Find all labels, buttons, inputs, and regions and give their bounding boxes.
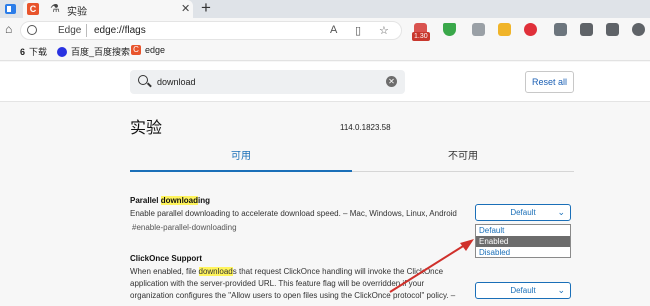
favorite-item-baidu[interactable]: 百度_百度搜索: [57, 45, 130, 58]
select-value: Default: [510, 208, 536, 217]
extension-badge: 1.30: [412, 32, 430, 41]
site-label: Edge: [58, 25, 82, 36]
profile-icon[interactable]: [632, 23, 645, 36]
search-highlight: download: [198, 267, 233, 276]
tab-favicon: C: [27, 3, 39, 15]
flag-desc-part: When enabled, file: [130, 267, 199, 276]
close-tab-icon[interactable]: ✕: [181, 2, 190, 15]
option-enabled[interactable]: Enabled: [476, 236, 570, 247]
option-default[interactable]: Default: [476, 225, 570, 236]
read-aloud-icon[interactable]: A: [330, 24, 337, 36]
reset-all-button[interactable]: Reset all: [525, 71, 574, 93]
search-header: download ✕ Reset all: [0, 62, 650, 102]
flag-anchor-link[interactable]: #enable-parallel-downloading: [132, 223, 237, 232]
address-bar[interactable]: Edge edge://flags A ▯ ☆: [20, 21, 402, 40]
new-tab-icon[interactable]: +: [201, 0, 211, 18]
tab-title: 实验: [67, 7, 87, 18]
tab-experiments[interactable]: C ⚗ 实验 ✕: [23, 0, 193, 18]
tab-available[interactable]: 可用: [130, 144, 352, 172]
collections-icon[interactable]: [606, 23, 619, 36]
tab-unavailable[interactable]: 不可用: [352, 144, 574, 172]
flag-title: Parallel downloading: [130, 196, 210, 205]
extension-icon[interactable]: [472, 23, 485, 36]
extension-icon[interactable]: [498, 23, 511, 36]
tab-strip: C ⚗ 实验 ✕ +: [0, 0, 650, 18]
page-title: 实验: [130, 120, 163, 137]
search-icon: [138, 75, 148, 85]
edge-icon: [27, 25, 37, 35]
search-highlight: download: [160, 196, 199, 205]
flag-select[interactable]: Default ⌄: [475, 204, 571, 221]
divider: [86, 24, 87, 37]
navigation-bar: ⌂ Edge edge://flags A ▯ ☆: [0, 18, 650, 42]
flag-select[interactable]: Default ⌄: [475, 282, 571, 299]
favorite-item-download[interactable]: 6 下载: [20, 45, 47, 58]
extension-icon[interactable]: [554, 23, 567, 36]
favorite-item-edge[interactable]: C edge: [131, 45, 165, 55]
favorite-label: edge: [145, 45, 166, 55]
extension-icon[interactable]: [524, 23, 537, 36]
flags-page: download ✕ Reset all 实验 114.0.1823.58 可用…: [0, 62, 650, 306]
select-value: Default: [510, 286, 536, 295]
clear-search-icon[interactable]: ✕: [386, 76, 397, 87]
favorite-icon: 6: [20, 46, 26, 57]
flag-description: Enable parallel downloading to accelerat…: [130, 209, 457, 218]
url-text[interactable]: edge://flags: [94, 25, 146, 36]
favorite-star-icon[interactable]: ☆: [379, 24, 389, 37]
search-value[interactable]: download: [157, 77, 196, 87]
tab-actions-icon[interactable]: [4, 2, 18, 16]
chevron-down-icon: ⌄: [557, 207, 565, 217]
split-screen-icon[interactable]: ▯: [355, 24, 361, 37]
favorites-bar: 6 下载 百度_百度搜索 C edge: [0, 42, 650, 61]
shield-icon[interactable]: [443, 23, 456, 36]
chevron-down-icon: ⌄: [557, 285, 565, 295]
flag-title: ClickOnce Support: [130, 254, 203, 263]
favorite-label: 百度_百度搜索: [71, 47, 131, 57]
favorites-icon[interactable]: [580, 23, 593, 36]
favorite-label: 下载: [29, 47, 48, 57]
favorite-icon: C: [131, 45, 141, 55]
annotation-arrow-icon: [389, 239, 474, 293]
home-icon[interactable]: ⌂: [5, 22, 12, 36]
flask-icon: ⚗: [50, 3, 60, 15]
baidu-icon: [57, 46, 67, 57]
search-input[interactable]: download ✕: [130, 70, 405, 94]
select-dropdown: Default Enabled Disabled: [475, 224, 571, 258]
flag-title-part: ing: [198, 196, 211, 205]
version-label: 114.0.1823.58: [340, 123, 391, 132]
flag-title-part: Parallel: [130, 196, 161, 205]
option-disabled[interactable]: Disabled: [476, 247, 570, 258]
